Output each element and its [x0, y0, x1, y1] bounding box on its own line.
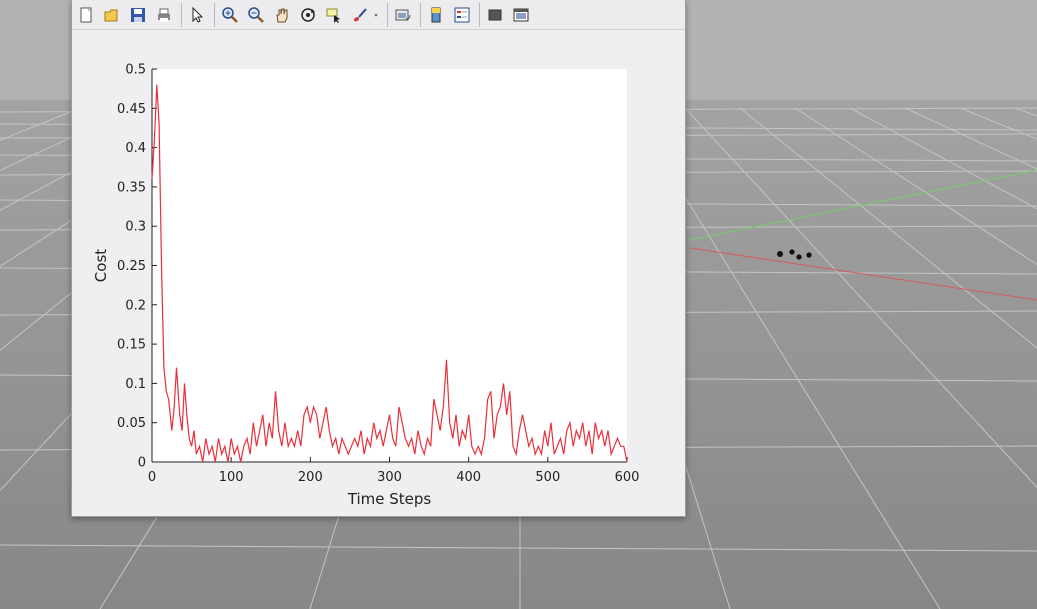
y-tick-label: 0.1 [125, 377, 146, 392]
zoom-in-icon[interactable] [219, 4, 241, 26]
y-tick-label: 0.15 [117, 338, 146, 353]
colorbar-icon[interactable] [425, 4, 447, 26]
y-tick-label: 0.35 [117, 180, 146, 195]
x-tick-label: 400 [456, 470, 481, 485]
y-tick-label: 0.25 [117, 259, 146, 274]
plot-area [152, 69, 627, 462]
pan-hand-icon[interactable] [271, 4, 293, 26]
toolbar-separator [214, 2, 215, 27]
open-file-icon[interactable] [101, 4, 123, 26]
y-tick-label: 0.2 [125, 298, 146, 313]
rotate-3d-icon[interactable] [297, 4, 319, 26]
link-plot-icon[interactable] [392, 4, 414, 26]
x-tick-label: 600 [615, 470, 640, 485]
cost-plot[interactable]: 0 0.05 0.1 0.15 0.2 0.25 0.3 0.35 0.4 0.45 0.5 0 10… [72, 30, 685, 516]
show-plot-tools-icon[interactable] [510, 4, 532, 26]
y-axis-label: Cost [92, 249, 110, 282]
y-tick-label: 0.4 [125, 141, 146, 156]
zoom-out-icon[interactable] [245, 4, 267, 26]
y-tick-label: 0.3 [125, 220, 146, 235]
y-tick-label: 0 [138, 456, 146, 471]
legend-icon[interactable] [451, 4, 473, 26]
pointer-icon[interactable] [186, 4, 208, 26]
y-tick-label: 0.5 [125, 63, 146, 78]
save-icon[interactable] [127, 4, 149, 26]
x-tick-label: 200 [298, 470, 323, 485]
x-tick-label: 100 [219, 470, 244, 485]
x-tick-label: 300 [377, 470, 402, 485]
dropdown-arrow-icon[interactable] [371, 4, 381, 26]
x-tick-label: 500 [535, 470, 560, 485]
toolbar-separator [181, 2, 182, 27]
brush-icon[interactable] [349, 4, 371, 26]
y-tick-label: 0.05 [117, 416, 146, 431]
x-axis-label: Time Steps [347, 490, 432, 508]
figure-toolbar [72, 0, 685, 30]
figure-window[interactable]: 0 0.05 0.1 0.15 0.2 0.25 0.3 0.35 0.4 0.45 0.5 0 10… [71, 0, 686, 517]
toolbar-separator [387, 2, 388, 27]
data-cursor-icon[interactable] [323, 4, 345, 26]
y-tick-label: 0.45 [117, 102, 146, 117]
hide-plot-tools-icon[interactable] [484, 4, 506, 26]
print-icon[interactable] [153, 4, 175, 26]
new-figure-icon[interactable] [75, 4, 97, 26]
x-tick-label: 0 [148, 470, 156, 485]
toolbar-separator [479, 2, 480, 27]
toolbar-separator [420, 2, 421, 27]
